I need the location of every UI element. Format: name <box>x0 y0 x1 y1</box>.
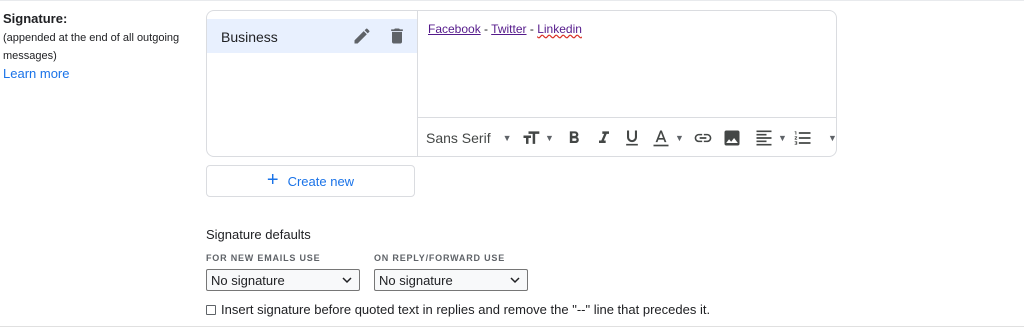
bold-button[interactable] <box>564 118 584 156</box>
create-new-signature-button[interactable]: + Create new <box>206 165 415 197</box>
reply-forward-selected-value: No signature <box>379 272 453 288</box>
text-color-button[interactable]: ▼ <box>651 118 684 156</box>
plus-icon: + <box>266 169 279 191</box>
signature-description-column: Signature: (appended at the end of all o… <box>3 11 193 83</box>
font-size-button[interactable]: ▼ <box>521 118 554 156</box>
linkedin-link[interactable]: Linkedin <box>537 22 582 36</box>
new-emails-signature-select[interactable]: No signature <box>206 269 360 291</box>
chevron-down-icon: ▼ <box>545 133 554 143</box>
signature-editor-content[interactable]: Facebook - Twitter - Linkedin <box>428 22 582 36</box>
signature-item-label: Business <box>221 29 278 45</box>
signature-item-business[interactable]: Business <box>207 19 417 53</box>
bold-icon <box>569 131 579 143</box>
reply-forward-signature-select[interactable]: No signature <box>374 269 528 291</box>
image-icon <box>724 130 740 146</box>
font-family-label: Sans Serif <box>426 130 491 146</box>
insert-before-quoted-checkbox[interactable] <box>206 304 216 315</box>
chevron-down-icon <box>509 274 521 289</box>
formatting-toolbar: Sans Serif ▼ ▼ ▼ ▼ ▼ <box>418 117 837 156</box>
chevron-down-icon: ▼ <box>675 133 684 143</box>
twitter-link[interactable]: Twitter <box>491 22 526 36</box>
text-color-icon <box>653 130 669 147</box>
insert-before-quoted-row: Insert signature before quoted text in r… <box>206 302 710 317</box>
chevron-down-icon: ▼ <box>502 133 512 143</box>
more-formatting-button[interactable]: ▼ <box>824 118 837 156</box>
signature-title: Signature: <box>3 11 68 26</box>
chevron-down-icon: ▼ <box>778 133 787 143</box>
underline-button[interactable] <box>622 118 642 156</box>
signature-list: Business <box>207 11 418 156</box>
separator: - <box>529 22 534 36</box>
reply-forward-label: ON REPLY/FORWARD USE <box>374 253 506 263</box>
numbered-list-button[interactable] <box>793 118 813 156</box>
learn-more-link[interactable]: Learn more <box>3 66 69 81</box>
insert-link-button[interactable] <box>693 118 713 156</box>
link-icon <box>694 133 712 143</box>
signature-defaults-title: Signature defaults <box>206 227 311 242</box>
facebook-link[interactable]: Facebook <box>428 22 481 36</box>
bottom-divider <box>0 326 1024 327</box>
italic-button[interactable] <box>594 118 614 156</box>
numbered-list-icon <box>794 131 811 145</box>
delete-signature-button[interactable] <box>387 26 407 46</box>
top-divider <box>0 0 1024 1</box>
more-options-icon: ▼ <box>828 133 837 143</box>
insert-image-button[interactable] <box>722 118 742 156</box>
trash-icon <box>391 28 403 44</box>
font-family-dropdown[interactable]: Sans Serif ▼ <box>426 118 512 156</box>
font-size-icon <box>523 131 540 144</box>
new-emails-selected-value: No signature <box>211 272 285 288</box>
signature-description: (appended at the end of all outgoing mes… <box>3 32 180 62</box>
pencil-icon <box>354 28 370 44</box>
edit-signature-button[interactable] <box>352 26 372 46</box>
insert-before-quoted-label[interactable]: Insert signature before quoted text in r… <box>221 302 710 317</box>
signature-panel: Business Facebook - Twitter - Linkedin S… <box>206 10 837 157</box>
signature-editor[interactable]: Facebook - Twitter - Linkedin Sans Serif… <box>418 11 837 156</box>
new-emails-label: FOR NEW EMAILS USE <box>206 253 321 263</box>
create-new-label: Create new <box>287 173 355 189</box>
align-button[interactable]: ▼ <box>754 118 787 156</box>
separator: - <box>484 22 489 36</box>
align-icon <box>756 130 772 146</box>
chevron-down-icon <box>341 274 353 289</box>
italic-icon <box>599 131 609 143</box>
underline-icon <box>626 130 638 146</box>
